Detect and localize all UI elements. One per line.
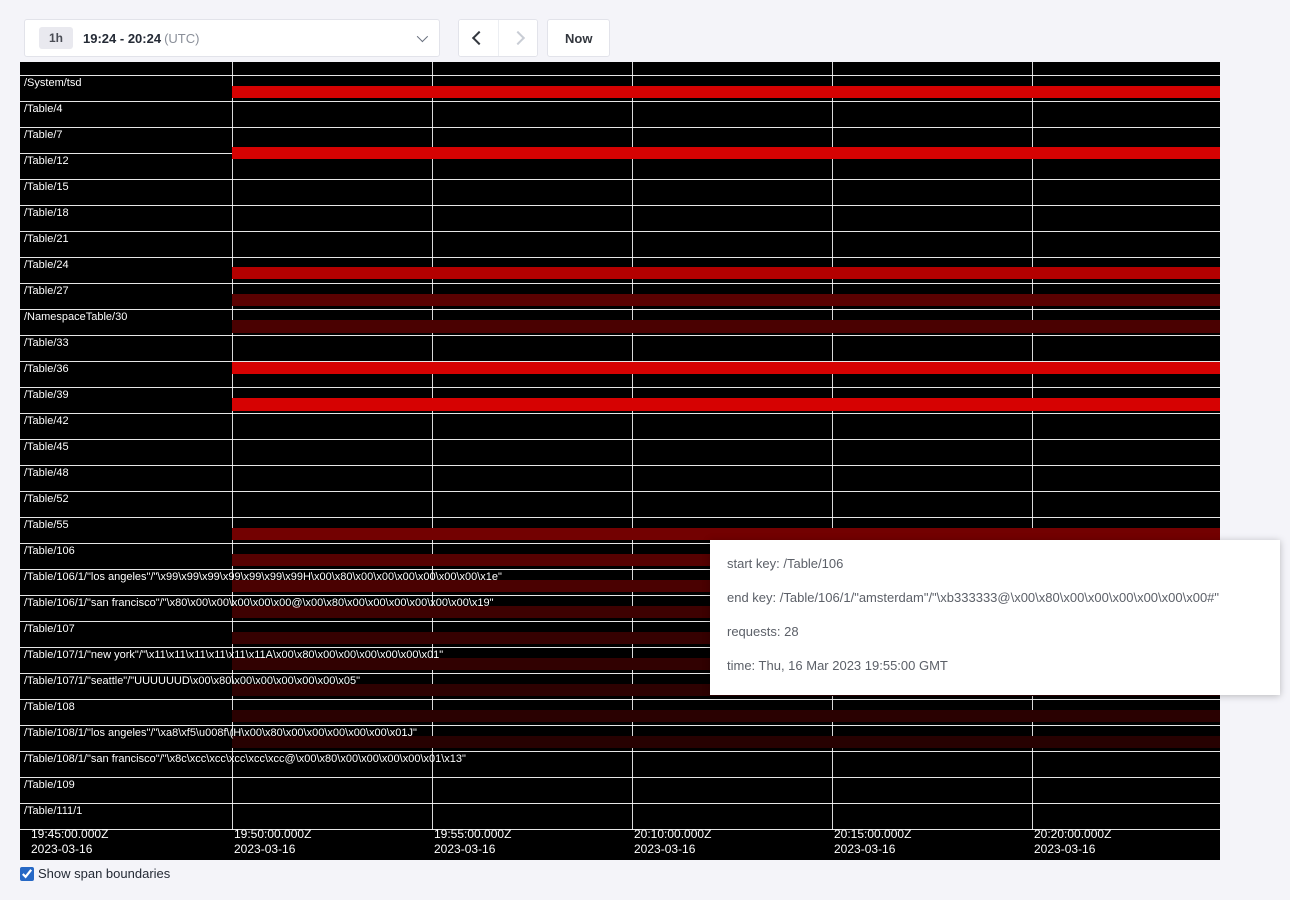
heat-band[interactable] — [232, 86, 1220, 98]
row-label: /Table/24 — [22, 259, 69, 272]
heat-band[interactable] — [232, 710, 1220, 722]
span-boundary-line — [20, 751, 1220, 752]
span-boundaries-label[interactable]: Show span boundaries — [38, 866, 170, 881]
row-label: /Table/39 — [22, 389, 69, 402]
span-boundary-line — [20, 283, 1220, 284]
now-button[interactable]: Now — [547, 19, 610, 57]
row-label: /Table/27 — [22, 285, 69, 298]
tooltip-line: end key: /Table/106/1/"amsterdam"/"\xb33… — [727, 588, 1263, 608]
span-boundary-line — [20, 101, 1220, 102]
time-nav-group — [458, 19, 538, 57]
keyvis-canvas[interactable]: /System/tsd/Table/4/Table/7/Table/12/Tab… — [20, 62, 1220, 860]
span-boundary-line — [20, 725, 1220, 726]
row-label: /Table/55 — [22, 519, 69, 532]
x-axis-tick: 19:45:00.000Z2023-03-16 — [31, 827, 108, 857]
span-boundaries-checkbox[interactable] — [20, 867, 34, 881]
duration-badge: 1h — [39, 27, 73, 49]
chevron-down-icon — [417, 31, 428, 42]
row-label: /Table/108/1/"san francisco"/"\x8c\xcc\x… — [22, 753, 466, 766]
x-axis-tick: 20:10:00.000Z2023-03-16 — [634, 827, 711, 857]
time-range-selector[interactable]: 1h 19:24 - 20:24(UTC) — [24, 19, 440, 57]
row-label: /Table/107/1/"new york"/"\x11\x11\x11\x1… — [22, 649, 443, 662]
span-boundary-line — [20, 777, 1220, 778]
row-label: /Table/48 — [22, 467, 69, 480]
row-label: /Table/108 — [22, 701, 75, 714]
timezone-label: (UTC) — [164, 31, 199, 46]
row-label: /Table/106 — [22, 545, 75, 558]
row-label: /Table/36 — [22, 363, 69, 376]
span-boundary-line — [20, 75, 1220, 76]
span-boundary-line — [20, 413, 1220, 414]
row-label: /Table/18 — [22, 207, 69, 220]
row-label: /Table/21 — [22, 233, 69, 246]
row-label: /Table/108/1/"los angeles"/"\xa8\xf5\u00… — [22, 727, 417, 740]
chevron-right-icon — [511, 31, 525, 45]
x-axis-tick: 20:20:00.000Z2023-03-16 — [1034, 827, 1111, 857]
span-boundary-line — [20, 465, 1220, 466]
x-axis-tick: 19:50:00.000Z2023-03-16 — [234, 827, 311, 857]
x-axis-tick: 19:55:00.000Z2023-03-16 — [434, 827, 511, 857]
footer-controls: Show span boundaries — [20, 866, 170, 881]
toolbar: 1h 19:24 - 20:24(UTC) Now — [24, 19, 610, 57]
heat-band[interactable] — [232, 294, 1220, 306]
heat-band[interactable] — [232, 362, 1220, 374]
chevron-left-icon — [471, 31, 485, 45]
row-label: /Table/4 — [22, 103, 63, 116]
span-boundary-line — [20, 127, 1220, 128]
span-boundary-line — [20, 491, 1220, 492]
heat-band[interactable] — [232, 147, 1220, 159]
span-boundary-line — [20, 179, 1220, 180]
span-boundary-line — [20, 335, 1220, 336]
span-boundary-line — [20, 231, 1220, 232]
span-boundary-line — [20, 309, 1220, 310]
row-label: /Table/45 — [22, 441, 69, 454]
row-label: /NamespaceTable/30 — [22, 311, 127, 324]
x-axis-tick: 20:15:00.000Z2023-03-16 — [834, 827, 911, 857]
row-label: /System/tsd — [22, 77, 81, 90]
row-label: /Table/52 — [22, 493, 69, 506]
heat-band[interactable] — [232, 320, 1220, 333]
heat-band[interactable] — [232, 398, 1220, 411]
span-boundary-line — [20, 699, 1220, 700]
row-label: /Table/109 — [22, 779, 75, 792]
span-boundary-line — [20, 257, 1220, 258]
tooltip-line: time: Thu, 16 Mar 2023 19:55:00 GMT — [727, 656, 1263, 676]
row-label: /Table/7 — [22, 129, 63, 142]
tooltip-line: start key: /Table/106 — [727, 554, 1263, 574]
span-boundary-line — [20, 205, 1220, 206]
time-range-label: 19:24 - 20:24(UTC) — [83, 31, 199, 46]
tooltip-line: requests: 28 — [727, 622, 1263, 642]
row-label: /Table/106/1/"san francisco"/"\x80\x00\x… — [22, 597, 494, 610]
span-boundary-line — [20, 803, 1220, 804]
prev-time-button[interactable] — [459, 20, 498, 56]
row-label: /Table/42 — [22, 415, 69, 428]
span-boundary-line — [20, 439, 1220, 440]
row-label: /Table/12 — [22, 155, 69, 168]
heat-band[interactable] — [232, 528, 1220, 540]
span-boundary-line — [20, 387, 1220, 388]
keyvis-tooltip: start key: /Table/106 end key: /Table/106… — [710, 540, 1280, 695]
time-range-value: 19:24 - 20:24 — [83, 31, 161, 46]
row-label: /Table/33 — [22, 337, 69, 350]
next-time-button[interactable] — [498, 20, 537, 56]
row-label: /Table/111/1 — [22, 805, 82, 818]
row-label: /Table/107/1/"seattle"/"UUUUUUD\x00\x80\… — [22, 675, 360, 688]
row-label: /Table/107 — [22, 623, 75, 636]
row-label: /Table/106/1/"los angeles"/"\x99\x99\x99… — [22, 571, 502, 584]
span-boundary-line — [20, 517, 1220, 518]
row-label: /Table/15 — [22, 181, 69, 194]
heat-band[interactable] — [232, 267, 1220, 279]
